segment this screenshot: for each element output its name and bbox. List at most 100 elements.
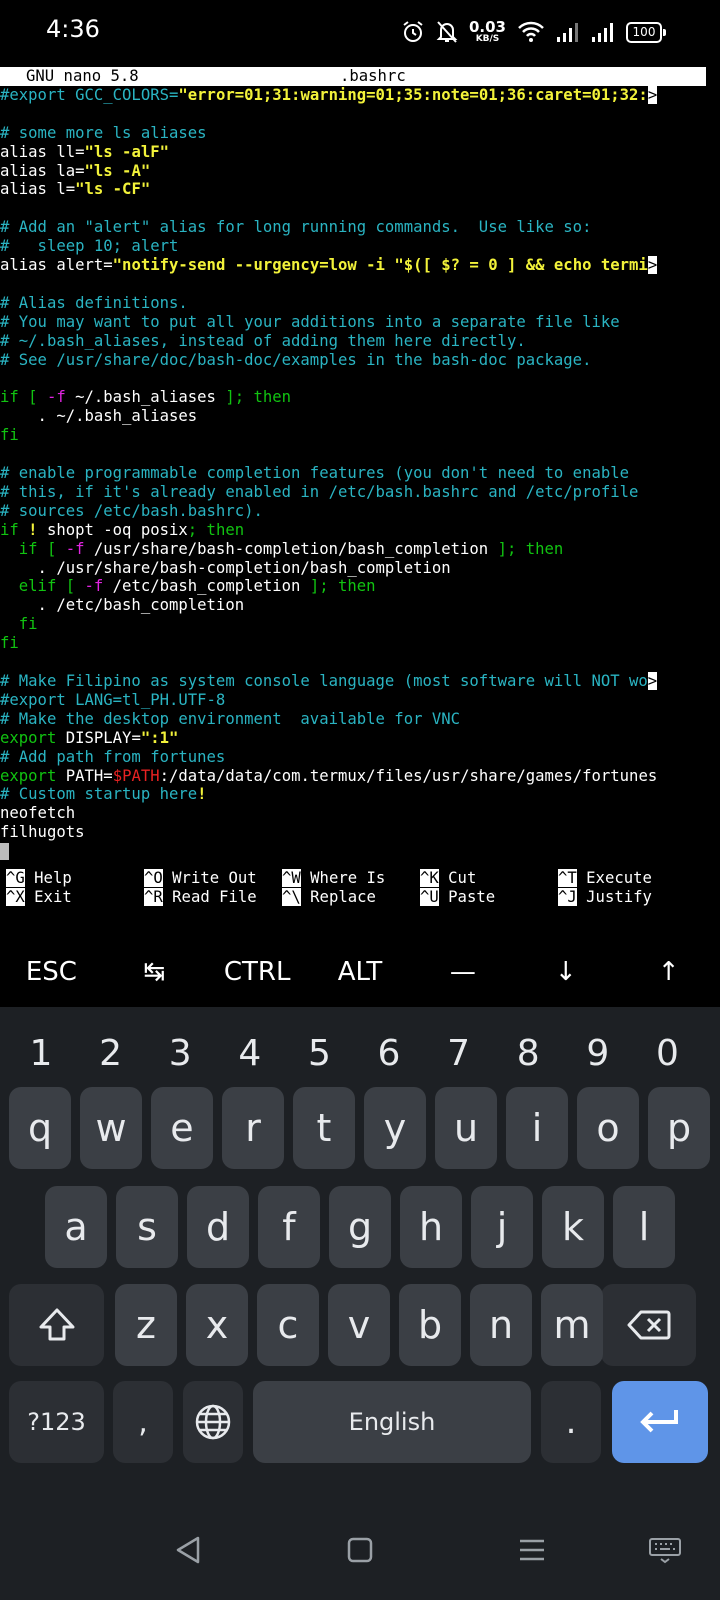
- battery-level: 100: [632, 25, 656, 39]
- key-u[interactable]: u: [435, 1087, 497, 1169]
- editor-line: if ! shopt -oq posix; then: [0, 521, 720, 540]
- comma-key[interactable]: ,: [113, 1381, 173, 1463]
- wifi-icon: [517, 21, 545, 43]
- key-j[interactable]: j: [471, 1186, 533, 1268]
- arrow-down-key[interactable]: ↓: [514, 937, 617, 1007]
- shortcut-label: Replace: [310, 888, 376, 906]
- code-segment: $PATH: [112, 766, 160, 785]
- recents-icon[interactable]: [517, 1535, 547, 1569]
- key-z[interactable]: z: [115, 1284, 177, 1366]
- space-key[interactable]: English: [253, 1381, 531, 1463]
- dash-key[interactable]: —: [411, 937, 514, 1007]
- key-n[interactable]: n: [470, 1284, 532, 1366]
- shortcut-key: ^U: [420, 888, 439, 906]
- code-segment: shopt -oq posix: [37, 520, 188, 539]
- key-d[interactable]: d: [187, 1186, 249, 1268]
- code-segment: :/data/data/com.termux/files/usr/share/g…: [159, 766, 658, 785]
- code-segment: # Make Filipino as system console langua…: [0, 672, 648, 690]
- code-segment: alias alert=: [0, 256, 113, 275]
- keyboard-hide-icon[interactable]: [648, 1535, 682, 1569]
- key-a[interactable]: a: [45, 1186, 107, 1268]
- key-o[interactable]: o: [577, 1087, 639, 1169]
- key-k[interactable]: k: [542, 1186, 604, 1268]
- key-g[interactable]: g: [329, 1186, 391, 1268]
- key-i[interactable]: i: [506, 1087, 568, 1169]
- code-segment: -f: [65, 539, 85, 558]
- key-h[interactable]: h: [400, 1186, 462, 1268]
- editor-line: # sleep 10; alert: [0, 237, 720, 256]
- terminal-view[interactable]: GNU nano 5.8 .bashrc #export GCC_COLORS=…: [0, 67, 720, 937]
- shortcut-key: ^X: [6, 888, 25, 906]
- code-segment: # sources /etc/bash.bashrc).: [0, 501, 263, 520]
- shortcut-key: ^R: [144, 888, 163, 906]
- key-p[interactable]: p: [648, 1087, 710, 1169]
- number-key[interactable]: 1: [21, 1033, 61, 1074]
- code-segment: # Add an "alert" alias for long running …: [0, 218, 592, 237]
- key-c[interactable]: c: [257, 1284, 319, 1366]
- code-segment: # Add path from fortunes: [0, 747, 226, 766]
- editor-line: alias l="ls -CF": [0, 180, 720, 199]
- status-bar: 4:36 0.03 KB/S 100: [0, 0, 720, 64]
- key-b[interactable]: b: [399, 1284, 461, 1366]
- editor-line: # See /usr/share/doc/bash-doc/examples i…: [0, 351, 720, 370]
- shortcut-item: ^O Write Out: [144, 869, 282, 888]
- number-key[interactable]: 7: [439, 1033, 479, 1074]
- code-segment: if: [0, 520, 29, 539]
- number-key[interactable]: 6: [369, 1033, 409, 1074]
- code-segment: # ~/.bash_aliases, instead of adding the…: [0, 331, 526, 350]
- key-w[interactable]: w: [80, 1087, 142, 1169]
- number-key[interactable]: 3: [160, 1033, 200, 1074]
- net-speed-value: 0.03: [468, 18, 506, 36]
- shortcut-label: Read File: [172, 888, 257, 906]
- editor-content[interactable]: #export GCC_COLORS="error=01;31:warning=…: [0, 85, 720, 861]
- key-t[interactable]: t: [293, 1087, 355, 1169]
- home-icon[interactable]: [346, 1535, 374, 1569]
- esc-key[interactable]: ESC: [0, 937, 103, 1007]
- symbols-key[interactable]: ?123: [9, 1381, 104, 1463]
- enter-key[interactable]: [612, 1381, 708, 1463]
- tab-key[interactable]: ↹: [103, 937, 206, 1007]
- editor-line: if [ -f ~/.bash_aliases ]; then: [0, 388, 720, 407]
- shortcut-item: ^W Where Is: [282, 869, 420, 888]
- ctrl-key[interactable]: CTRL: [206, 937, 309, 1007]
- editor-line: fi: [0, 634, 720, 653]
- code-segment: alias la=: [0, 161, 85, 180]
- back-icon[interactable]: [174, 1535, 202, 1569]
- number-key[interactable]: 2: [91, 1033, 131, 1074]
- editor-line: # Add path from fortunes: [0, 748, 720, 767]
- key-y[interactable]: y: [364, 1087, 426, 1169]
- key-v[interactable]: v: [328, 1284, 390, 1366]
- number-key[interactable]: 9: [578, 1033, 618, 1074]
- key-e[interactable]: e: [151, 1087, 213, 1169]
- key-f[interactable]: f: [258, 1186, 320, 1268]
- code-segment: # some more ls aliases: [0, 123, 207, 142]
- code-segment: # sleep 10; alert: [0, 237, 179, 256]
- code-segment: ":1": [140, 728, 179, 747]
- code-segment: elif [: [0, 577, 85, 596]
- backspace-key[interactable]: [601, 1284, 696, 1366]
- shortcut-key: ^O: [144, 869, 163, 887]
- number-key[interactable]: 4: [230, 1033, 270, 1074]
- key-m[interactable]: m: [541, 1284, 603, 1366]
- soft-keyboard: 1234567890 qwertyuiop asdfghjkl zxcvbnm …: [0, 1007, 720, 1600]
- number-key[interactable]: 8: [508, 1033, 548, 1074]
- shift-key[interactable]: [9, 1284, 104, 1366]
- editor-line: alias la="ls -A": [0, 162, 720, 181]
- alt-key[interactable]: ALT: [309, 937, 412, 1007]
- arrow-up-key[interactable]: ↑: [617, 937, 720, 1007]
- shortcut-label: Exit: [34, 888, 72, 906]
- shortcut-label: Write Out: [172, 869, 257, 887]
- number-key[interactable]: 0: [647, 1033, 687, 1074]
- signal-icon: [556, 21, 580, 43]
- code-segment: ]; then: [497, 539, 564, 558]
- number-key[interactable]: 5: [299, 1033, 339, 1074]
- key-x[interactable]: x: [186, 1284, 248, 1366]
- key-l[interactable]: l: [613, 1186, 675, 1268]
- key-r[interactable]: r: [222, 1087, 284, 1169]
- key-q[interactable]: q: [9, 1087, 71, 1169]
- code-segment: !: [28, 520, 38, 539]
- key-s[interactable]: s: [116, 1186, 178, 1268]
- period-key[interactable]: .: [541, 1381, 601, 1463]
- language-key[interactable]: [183, 1381, 243, 1463]
